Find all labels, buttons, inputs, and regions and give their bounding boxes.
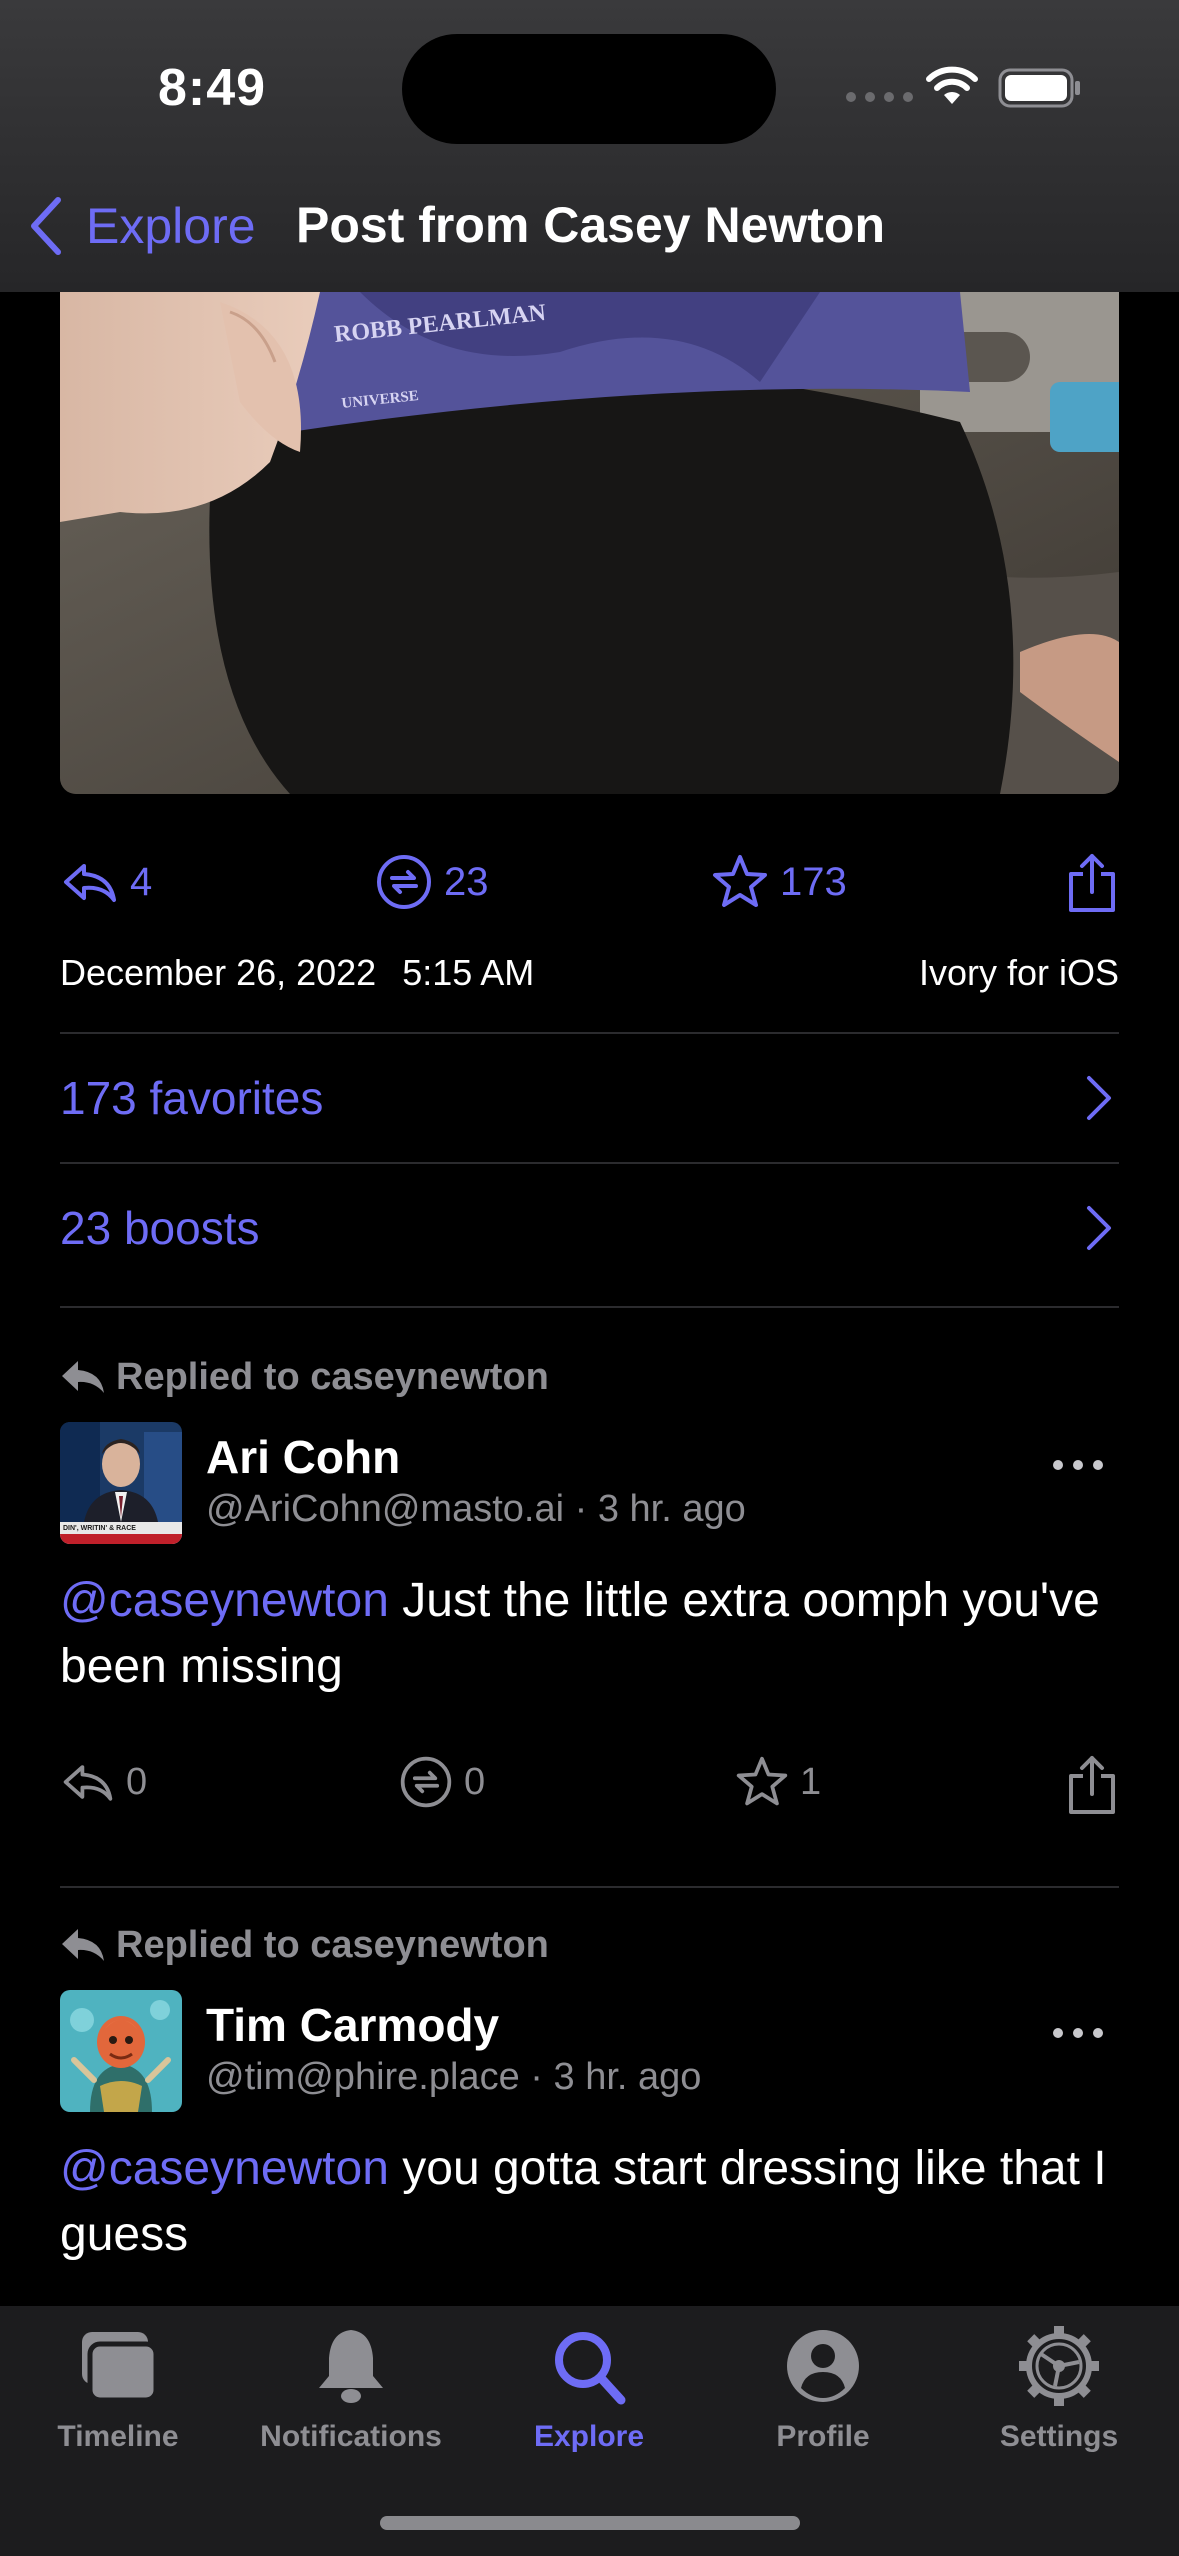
reply-arrow-icon <box>62 1929 104 1961</box>
tab-label: Notifications <box>260 2420 442 2453</box>
boost-button[interactable]: 23 <box>374 852 489 912</box>
tab-label: Timeline <box>57 2420 179 2453</box>
tab-settings[interactable]: Settings <box>949 2324 1169 2454</box>
avatar-caption: DIN', WRITIN' & RACE <box>63 1525 136 1532</box>
divider <box>60 1306 1119 1308</box>
share-icon <box>1069 854 1115 912</box>
favorite-count: 1 <box>800 1760 822 1803</box>
tab-label: Explore <box>533 2420 645 2453</box>
wifi-icon <box>926 66 978 104</box>
avatar[interactable]: DIN', WRITIN' & RACE <box>60 1422 182 1544</box>
post-photo: ROBB PEARLMAN UNIVERSE <box>60 292 1119 794</box>
share-icon <box>1069 1756 1115 1814</box>
dynamic-island <box>402 34 776 144</box>
profile-icon <box>787 2330 859 2402</box>
post-actions: 4 23 173 <box>60 852 1119 932</box>
boost-icon <box>400 1756 452 1808</box>
mention-link[interactable]: @caseynewton <box>60 1574 389 1627</box>
author-name[interactable]: Ari Cohn <box>206 1430 400 1484</box>
navigation-header: 8:49 Explore Post from Casey Newton <box>0 0 1179 292</box>
tab-label: Settings <box>999 2420 1119 2453</box>
reply-content: @caseynewton Just the little extra oomph… <box>60 1568 1119 1700</box>
reply-actions: 0 0 1 <box>60 1754 1119 1834</box>
replied-to-label: Replied to caseynewton <box>60 1920 1119 1970</box>
reply-count: 4 <box>130 859 153 904</box>
handle-text: @AriCohn@masto.ai <box>206 1488 565 1530</box>
mention-link[interactable]: @caseynewton <box>60 2142 389 2195</box>
reply-content: @caseynewton you gotta start dressing li… <box>60 2136 1119 2268</box>
post-time: 5:15 AM <box>402 952 535 993</box>
handle-text: @tim@phire.place <box>206 2056 520 2098</box>
page-title: Post from Casey Newton <box>296 197 886 253</box>
reply-item[interactable]: Replied to caseynewton Tim Carmody @tim@… <box>60 1920 1119 2268</box>
boost-icon <box>377 855 431 909</box>
author-row: Tim Carmody @tim@phire.place · 3 hr. ago <box>60 1990 1119 2112</box>
post-image[interactable]: ROBB PEARLMAN UNIVERSE <box>60 292 1119 794</box>
author-name[interactable]: Tim Carmody <box>206 1998 499 2052</box>
home-indicator <box>380 2516 800 2530</box>
reply-item[interactable]: Replied to caseynewton DIN', WRITIN' & R… <box>60 1352 1119 1834</box>
replied-to-text: Replied to caseynewton <box>116 1923 549 1966</box>
separator: · <box>530 2056 543 2098</box>
boost-count: 23 <box>444 859 489 904</box>
tab-explore[interactable]: Explore <box>479 2324 699 2454</box>
post-date: December 26, 2022 <box>60 952 377 993</box>
favorites-link-label: 173 favorites <box>60 1072 324 1124</box>
boost-button[interactable]: 0 <box>398 1754 485 1810</box>
boosts-link-label: 23 boosts <box>60 1202 260 1254</box>
avatar[interactable] <box>60 1990 182 2112</box>
author-row: DIN', WRITIN' & RACE Ari Cohn @AriCohn@m… <box>60 1422 1119 1544</box>
boost-count: 0 <box>464 1760 486 1803</box>
tab-notifications[interactable]: Notifications <box>241 2324 461 2454</box>
favorite-button[interactable]: 1 <box>734 1754 821 1810</box>
tab-profile[interactable]: Profile <box>713 2324 933 2454</box>
chevron-left-icon <box>31 197 61 255</box>
star-icon <box>736 1756 788 1806</box>
share-button[interactable] <box>1065 1754 1119 1821</box>
back-button[interactable]: Explore <box>26 196 256 256</box>
share-button[interactable] <box>1065 852 1119 919</box>
boosts-link[interactable]: 23 boosts <box>60 1164 1119 1292</box>
star-icon <box>713 855 767 907</box>
tab-timeline[interactable]: Timeline <box>8 2324 228 2454</box>
reply-age: 3 hr. ago <box>597 1488 746 1530</box>
replied-to-label: Replied to caseynewton <box>60 1352 1119 1402</box>
reply-icon <box>64 864 116 902</box>
divider <box>60 1886 1119 1888</box>
reply-button[interactable]: 0 <box>60 1754 147 1810</box>
back-label: Explore <box>86 198 256 254</box>
tab-label: Profile <box>776 2420 870 2453</box>
more-options-button[interactable] <box>1053 1460 1103 1470</box>
battery-icon <box>998 68 1080 108</box>
search-icon <box>555 2332 626 2405</box>
more-options-button[interactable] <box>1053 2028 1103 2038</box>
separator: · <box>574 1488 588 1530</box>
chevron-right-icon <box>1087 1206 1111 1250</box>
post-detail-scroll[interactable]: ROBB PEARLMAN UNIVERSE 4 23 173 December… <box>0 292 1179 2306</box>
author-handle: @tim@phire.place · 3 hr. ago <box>206 2056 701 2099</box>
author-handle: @AriCohn@masto.ai · 3 hr. ago <box>206 1488 746 1531</box>
post-client: Ivory for iOS <box>918 952 1119 993</box>
reply-arrow-icon <box>62 1361 104 1393</box>
reply-count: 0 <box>126 1760 148 1803</box>
replied-to-text: Replied to caseynewton <box>116 1355 549 1398</box>
favorite-count: 173 <box>780 859 847 904</box>
favorite-button[interactable]: 173 <box>710 852 847 912</box>
chevron-right-icon <box>1087 1076 1111 1120</box>
gear-icon <box>1019 2326 1099 2406</box>
bell-icon <box>319 2330 383 2403</box>
reply-button[interactable]: 4 <box>60 852 152 912</box>
post-meta: December 26, 2022 5:15 AM Ivory for iOS <box>60 952 1119 994</box>
reply-icon <box>63 1765 113 1801</box>
cellular-signal-icon <box>846 92 913 102</box>
post-timestamp: December 26, 2022 5:15 AM <box>60 952 560 994</box>
favorites-link[interactable]: 173 favorites <box>60 1034 1119 1162</box>
reply-age: 3 hr. ago <box>553 2056 702 2098</box>
timeline-icon <box>82 2332 159 2403</box>
status-time: 8:49 <box>158 59 267 117</box>
